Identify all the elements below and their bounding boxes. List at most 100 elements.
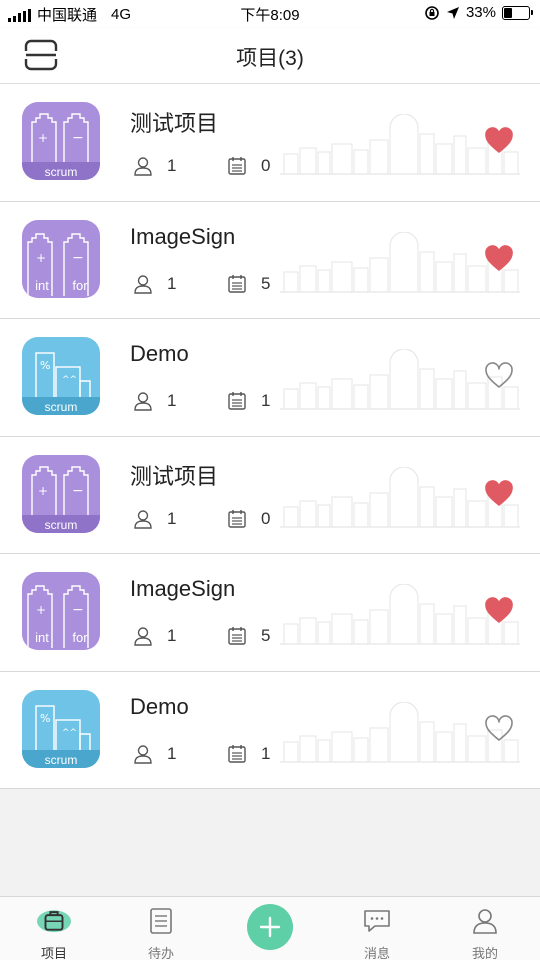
nav-bar: 项目(3) xyxy=(0,28,540,84)
svg-text:+: + xyxy=(38,484,48,498)
project-name: 测试项目 xyxy=(130,111,219,136)
member-count-value: 1 xyxy=(167,508,177,528)
project-name: 测试项目 xyxy=(130,463,219,489)
favorite-heart-icon[interactable] xyxy=(484,244,514,272)
todo-list-icon xyxy=(150,908,172,934)
orientation-lock-icon xyxy=(425,5,439,20)
project-icon: + − scrum xyxy=(22,454,100,533)
task-count: 0 xyxy=(227,509,270,529)
svg-text:%: % xyxy=(40,359,50,372)
member-count: 1 xyxy=(133,744,176,764)
tab-messages-label: 消息 xyxy=(363,946,390,960)
task-count: 1 xyxy=(227,391,270,411)
tab-profile-label: 我的 xyxy=(471,946,498,960)
icon-label: scrum xyxy=(45,753,78,767)
project-card[interactable]: + − int for ImageSign 1 5 xyxy=(0,201,540,319)
task-count-value: 0 xyxy=(261,156,271,175)
battery-percent: 33% xyxy=(465,4,496,21)
task-count: 5 xyxy=(227,626,270,646)
project-card[interactable]: + − scrum 测试项目 1 0 xyxy=(0,84,540,202)
task-count: 0 xyxy=(227,156,270,176)
svg-text:−: − xyxy=(72,602,84,618)
favorite-heart-icon[interactable] xyxy=(484,361,514,389)
icon-label-left: int xyxy=(35,278,49,293)
favorite-heart-icon[interactable] xyxy=(484,479,514,507)
project-card[interactable]: + − scrum 测试项目 1 0 xyxy=(0,436,540,554)
calendar-list-icon xyxy=(228,392,246,410)
project-icon: % ^^ scrum xyxy=(22,689,100,768)
svg-text:^^: ^^ xyxy=(62,728,77,738)
project-name: Demo xyxy=(130,693,189,719)
tab-todo[interactable]: 待办 xyxy=(121,897,201,960)
svg-text:^^: ^^ xyxy=(62,375,77,385)
svg-text:−: − xyxy=(72,483,84,499)
status-bar: 中国联通 4G 下午8:09 33% xyxy=(0,0,540,28)
tab-profile[interactable]: 我的 xyxy=(445,897,525,960)
member-icon xyxy=(134,157,152,176)
member-count: 1 xyxy=(133,274,176,294)
icon-label: scrum xyxy=(45,165,78,179)
member-icon xyxy=(134,392,152,411)
member-count: 1 xyxy=(133,626,176,646)
battery-icon xyxy=(502,5,533,20)
svg-text:+: + xyxy=(36,603,46,617)
tab-projects-label: 项目 xyxy=(40,946,67,960)
plus-icon xyxy=(259,916,281,938)
icon-label: scrum xyxy=(45,518,78,532)
calendar-list-icon xyxy=(228,627,246,645)
briefcase-icon xyxy=(37,910,71,933)
project-name: ImageSign xyxy=(130,576,236,601)
member-count-value: 1 xyxy=(167,391,177,410)
icon-label-right: for xyxy=(72,278,88,293)
project-icon: % ^^ scrum xyxy=(22,337,100,415)
task-count-value: 0 xyxy=(261,508,271,528)
task-count-value: 1 xyxy=(261,743,271,763)
location-arrow-icon xyxy=(446,6,459,19)
task-count-value: 1 xyxy=(261,391,271,410)
task-count-value: 5 xyxy=(261,626,271,645)
message-icon xyxy=(364,910,390,932)
member-count-value: 1 xyxy=(167,273,177,293)
calendar-list-icon xyxy=(228,509,246,528)
project-icon: + − int for xyxy=(22,219,100,298)
svg-text:%: % xyxy=(40,712,50,725)
member-count: 1 xyxy=(133,391,176,411)
project-name: Demo xyxy=(130,341,189,366)
tab-todo-label: 待办 xyxy=(147,946,174,960)
page-title: 项目(3) xyxy=(236,47,304,70)
status-right: 33% xyxy=(424,4,533,21)
icon-label: scrum xyxy=(45,400,78,414)
member-count-value: 1 xyxy=(167,743,177,763)
member-icon xyxy=(134,274,152,294)
calendar-list-icon xyxy=(228,157,246,175)
project-icon: + − int for xyxy=(22,572,100,650)
svg-text:+: + xyxy=(36,251,46,265)
svg-text:−: − xyxy=(72,130,84,146)
project-card[interactable]: % ^^ scrum Demo 1 1 xyxy=(0,671,540,789)
task-count-value: 5 xyxy=(261,273,271,293)
favorite-heart-icon[interactable] xyxy=(484,714,514,742)
calendar-list-icon xyxy=(228,274,246,293)
favorite-heart-icon[interactable] xyxy=(484,596,514,624)
add-project-button[interactable] xyxy=(247,904,293,950)
member-count: 1 xyxy=(133,509,176,529)
project-card[interactable]: + − int for ImageSign 1 5 xyxy=(0,554,540,672)
icon-label-left: int xyxy=(35,630,49,645)
icon-label-right: for xyxy=(72,630,88,645)
project-icon: + − scrum xyxy=(22,102,100,180)
task-count: 1 xyxy=(227,744,270,764)
tab-messages[interactable]: 消息 xyxy=(337,897,417,960)
member-icon xyxy=(134,627,152,646)
project-card[interactable]: % ^^ scrum Demo 1 1 xyxy=(0,319,540,437)
task-count: 5 xyxy=(227,274,270,294)
profile-icon xyxy=(473,909,497,934)
project-list: + − scrum 测试项目 1 0 + − int for ImageSign 1 5% ^^ scrum… xyxy=(0,84,540,789)
favorite-heart-icon[interactable] xyxy=(484,126,514,154)
member-count-value: 1 xyxy=(167,626,177,645)
member-count-value: 1 xyxy=(167,156,177,175)
calendar-list-icon xyxy=(228,744,246,763)
svg-text:−: − xyxy=(72,250,84,266)
member-icon xyxy=(134,744,152,764)
tab-projects[interactable]: 项目 xyxy=(14,897,94,960)
project-name: ImageSign xyxy=(130,223,236,249)
